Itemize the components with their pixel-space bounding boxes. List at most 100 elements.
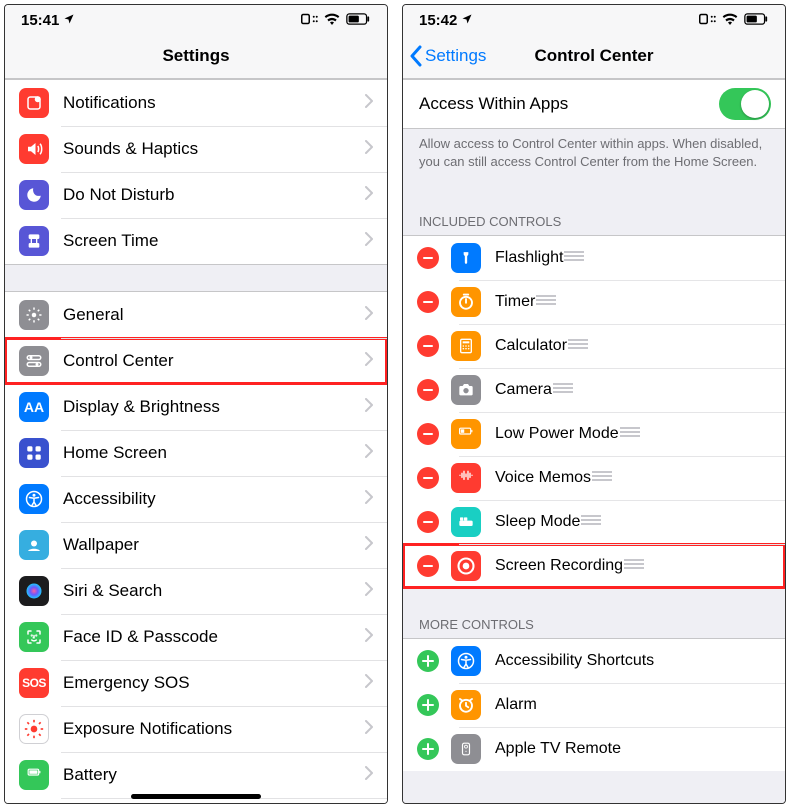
apple-tv-icon bbox=[451, 734, 481, 764]
drag-handle-icon[interactable] bbox=[563, 249, 585, 268]
screen-recording-icon bbox=[451, 551, 481, 581]
location-icon bbox=[461, 12, 473, 29]
control-row[interactable]: Timer bbox=[403, 280, 785, 324]
chevron-right-icon bbox=[365, 94, 373, 113]
remove-button[interactable] bbox=[417, 291, 439, 313]
control-row[interactable]: Accessibility Shortcuts bbox=[403, 639, 785, 683]
settings-row[interactable]: Home Screen bbox=[5, 430, 387, 476]
chevron-right-icon bbox=[365, 398, 373, 417]
sleep-mode-icon bbox=[451, 507, 481, 537]
sos-icon: SOS bbox=[19, 668, 49, 698]
remove-button[interactable] bbox=[417, 335, 439, 357]
remove-button[interactable] bbox=[417, 247, 439, 269]
voice-memos-icon bbox=[451, 463, 481, 493]
settings-row[interactable]: Notifications bbox=[5, 80, 387, 126]
drag-handle-icon[interactable] bbox=[580, 513, 602, 532]
exposure-icon bbox=[19, 714, 49, 744]
add-button[interactable] bbox=[417, 738, 439, 760]
status-time: 15:42 bbox=[419, 12, 457, 29]
battery-icon bbox=[743, 12, 769, 29]
drag-handle-icon[interactable] bbox=[619, 425, 641, 444]
settings-row-label: Accessibility bbox=[63, 489, 365, 509]
control-row[interactable]: Sleep Mode bbox=[403, 500, 785, 544]
settings-row[interactable]: SOSEmergency SOS bbox=[5, 660, 387, 706]
settings-row-label: Wallpaper bbox=[63, 535, 365, 555]
wifi-icon bbox=[324, 12, 340, 29]
settings-row[interactable]: Wallpaper bbox=[5, 522, 387, 568]
notifications-icon bbox=[19, 88, 49, 118]
control-label: Flashlight bbox=[495, 249, 563, 267]
control-label: Alarm bbox=[495, 696, 537, 714]
timer-icon bbox=[451, 287, 481, 317]
chevron-right-icon bbox=[365, 140, 373, 159]
settings-row[interactable]: Accessibility bbox=[5, 476, 387, 522]
control-row[interactable]: Calculator bbox=[403, 324, 785, 368]
remove-button[interactable] bbox=[417, 423, 439, 445]
settings-row[interactable]: Screen Time bbox=[5, 218, 387, 264]
remove-button[interactable] bbox=[417, 467, 439, 489]
control-label: Apple TV Remote bbox=[495, 740, 621, 758]
control-center-icon bbox=[19, 346, 49, 376]
battery-icon bbox=[345, 12, 371, 29]
control-row[interactable]: Low Power Mode bbox=[403, 412, 785, 456]
access-toggle[interactable] bbox=[719, 88, 771, 120]
drag-handle-icon[interactable] bbox=[623, 557, 645, 576]
control-label: Accessibility Shortcuts bbox=[495, 652, 654, 670]
settings-row[interactable]: Battery bbox=[5, 752, 387, 798]
control-row[interactable]: Apple TV Remote bbox=[403, 727, 785, 771]
settings-row[interactable]: Face ID & Passcode bbox=[5, 614, 387, 660]
access-within-apps-row[interactable]: Access Within Apps bbox=[403, 80, 785, 128]
drag-handle-icon[interactable] bbox=[535, 293, 557, 312]
control-label: Voice Memos bbox=[495, 469, 591, 487]
control-row[interactable]: Voice Memos bbox=[403, 456, 785, 500]
settings-row[interactable]: Siri & Search bbox=[5, 568, 387, 614]
settings-row[interactable]: Control Center bbox=[5, 338, 387, 384]
control-row[interactable]: Camera bbox=[403, 368, 785, 412]
settings-row[interactable]: Exposure Notifications bbox=[5, 706, 387, 752]
control-label: Low Power Mode bbox=[495, 425, 619, 443]
accessibility-icon bbox=[19, 484, 49, 514]
siri-icon bbox=[19, 576, 49, 606]
status-bar: 15:42 bbox=[403, 5, 785, 35]
control-row[interactable]: Flashlight bbox=[403, 236, 785, 280]
settings-row[interactable]: AADisplay & Brightness bbox=[5, 384, 387, 430]
home-indicator[interactable] bbox=[131, 794, 261, 799]
control-center-content[interactable]: Access Within Apps Allow access to Contr… bbox=[403, 79, 785, 803]
add-button[interactable] bbox=[417, 694, 439, 716]
settings-row-label: Control Center bbox=[63, 351, 365, 371]
home-screen-icon bbox=[19, 438, 49, 468]
sounds-icon bbox=[19, 134, 49, 164]
settings-row-label: Home Screen bbox=[63, 443, 365, 463]
drag-handle-icon[interactable] bbox=[552, 381, 574, 400]
control-label: Camera bbox=[495, 381, 552, 399]
drag-handle-icon[interactable] bbox=[567, 337, 589, 356]
remove-button[interactable] bbox=[417, 555, 439, 577]
alarm-icon bbox=[451, 690, 481, 720]
nav-bar: Settings bbox=[5, 35, 387, 79]
back-button[interactable]: Settings bbox=[409, 45, 486, 67]
chevron-right-icon bbox=[365, 444, 373, 463]
drag-handle-icon[interactable] bbox=[591, 469, 613, 488]
settings-row-label: Display & Brightness bbox=[63, 397, 365, 417]
nav-bar: Settings Control Center bbox=[403, 35, 785, 79]
calculator-icon bbox=[451, 331, 481, 361]
settings-row[interactable]: Sounds & Haptics bbox=[5, 126, 387, 172]
settings-list[interactable]: NotificationsSounds & HapticsDo Not Dist… bbox=[5, 79, 387, 803]
settings-row-label: Face ID & Passcode bbox=[63, 627, 365, 647]
chevron-right-icon bbox=[365, 766, 373, 785]
settings-row[interactable]: General bbox=[5, 292, 387, 338]
remove-button[interactable] bbox=[417, 379, 439, 401]
location-icon bbox=[63, 12, 75, 29]
chevron-right-icon bbox=[365, 674, 373, 693]
chevron-right-icon bbox=[365, 628, 373, 647]
add-button[interactable] bbox=[417, 650, 439, 672]
status-time: 15:41 bbox=[21, 12, 59, 29]
page-title: Settings bbox=[17, 46, 375, 66]
settings-screen: 15:41 Settings NotificationsSounds & Hap… bbox=[4, 4, 388, 804]
control-row[interactable]: Alarm bbox=[403, 683, 785, 727]
remove-button[interactable] bbox=[417, 511, 439, 533]
control-row[interactable]: Screen Recording bbox=[403, 544, 785, 588]
settings-row[interactable]: Do Not Disturb bbox=[5, 172, 387, 218]
settings-row-label: Siri & Search bbox=[63, 581, 365, 601]
screen-time-icon bbox=[19, 226, 49, 256]
